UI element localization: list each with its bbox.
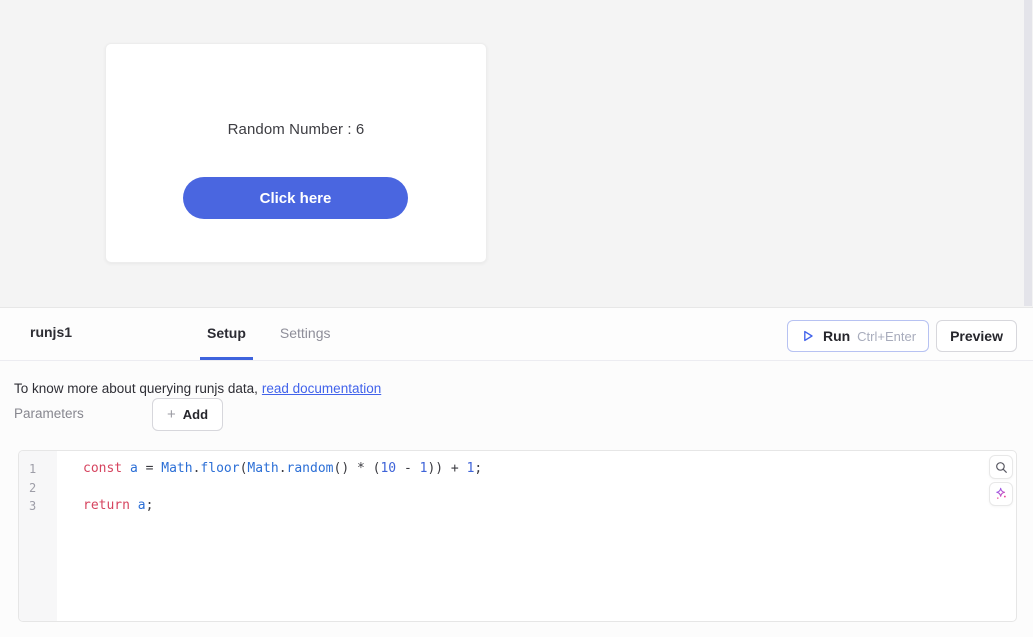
- read-documentation-link[interactable]: read documentation: [262, 381, 381, 396]
- random-number-text: Random Number : 6: [106, 121, 486, 138]
- add-parameter-button[interactable]: + Add: [152, 398, 223, 431]
- query-tabs: Setup Settings: [200, 308, 337, 360]
- play-icon: [800, 328, 816, 344]
- run-label: Run: [823, 328, 850, 344]
- docs-hint: To know more about querying runjs data, r…: [14, 381, 381, 396]
- editor-code-area[interactable]: const a = Math.floor(Math.random() * (10…: [57, 451, 1016, 621]
- ai-sparkle-icon[interactable]: [989, 482, 1013, 506]
- query-panel-header: runjs1 Setup Settings Run Ctrl+Enter Pre…: [0, 308, 1033, 361]
- query-toolbar: Run Ctrl+Enter Preview: [787, 320, 1017, 352]
- run-shortcut: Ctrl+Enter: [857, 329, 916, 344]
- editor-tools: [989, 455, 1013, 506]
- plus-icon: +: [167, 407, 176, 422]
- line-number: 2: [19, 479, 57, 498]
- widget-card: Random Number : 6 Click here: [105, 43, 487, 263]
- query-name: runjs1: [30, 324, 72, 340]
- docs-hint-text: To know more about querying runjs data,: [14, 381, 258, 396]
- app-canvas: Random Number : 6 Click here: [0, 0, 1033, 308]
- code-line: const a = Math.floor(Math.random() * (10…: [83, 460, 1016, 479]
- editor-gutter: 123: [19, 451, 57, 621]
- click-here-button[interactable]: Click here: [183, 177, 408, 219]
- preview-button[interactable]: Preview: [936, 320, 1017, 352]
- tab-settings[interactable]: Settings: [273, 308, 338, 360]
- run-button[interactable]: Run Ctrl+Enter: [787, 320, 929, 352]
- code-editor[interactable]: 123 const a = Math.floor(Math.random() *…: [18, 450, 1017, 622]
- tab-setup[interactable]: Setup: [200, 308, 253, 360]
- code-line: [83, 479, 1016, 498]
- add-label: Add: [183, 407, 208, 422]
- search-icon[interactable]: [989, 455, 1013, 479]
- code-line: return a;: [83, 497, 1016, 516]
- parameters-label: Parameters: [14, 406, 84, 421]
- canvas-scrollbar[interactable]: [1024, 0, 1032, 306]
- line-number: 3: [19, 497, 57, 516]
- line-number: 1: [19, 460, 57, 479]
